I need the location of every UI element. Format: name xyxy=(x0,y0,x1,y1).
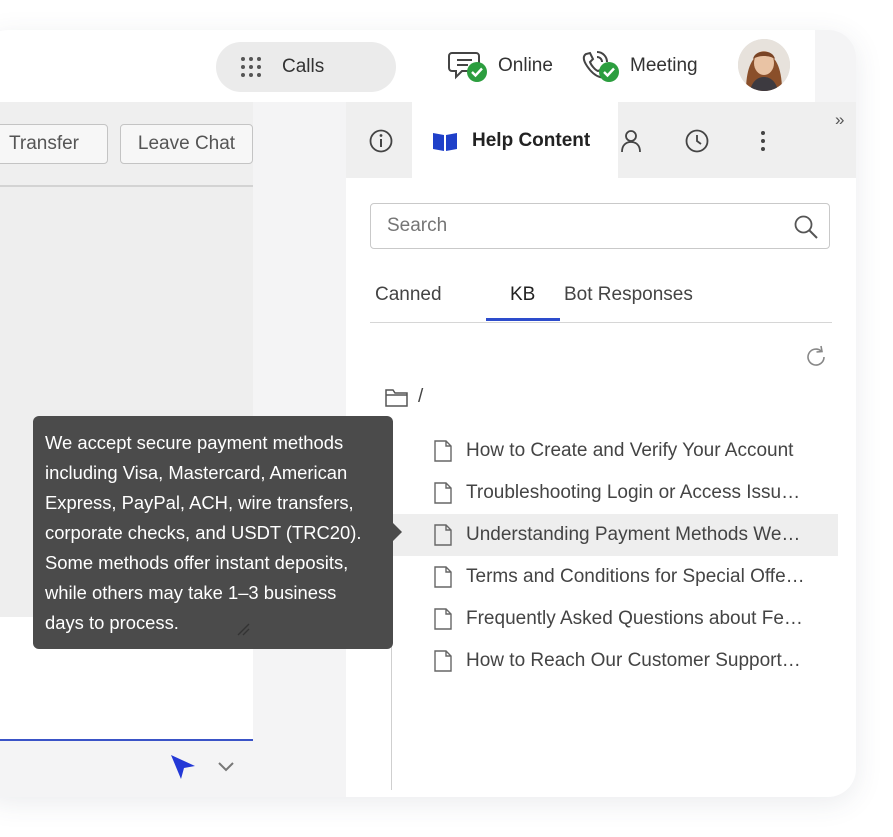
kb-item-highlighted[interactable]: Understanding Payment Methods We… xyxy=(392,514,838,556)
kb-item[interactable]: Frequently Asked Questions about Fea… xyxy=(392,598,838,640)
kb-preview-tooltip: We accept secure payment methods includi… xyxy=(33,416,393,649)
resize-handle-icon xyxy=(237,623,250,636)
tooltip-line: Express, PayPal, ACH, wire transfers, xyxy=(45,492,354,513)
calls-label: Calls xyxy=(282,56,325,77)
collapse-icon[interactable]: » xyxy=(835,110,844,130)
more-icon[interactable] xyxy=(750,128,776,154)
meeting-status[interactable]: Meeting xyxy=(580,48,698,84)
search-icon[interactable] xyxy=(793,214,819,240)
document-icon xyxy=(434,650,452,672)
tooltip-line: days to process. xyxy=(45,612,179,633)
clock-icon[interactable] xyxy=(684,128,710,154)
send-icon[interactable] xyxy=(168,752,198,782)
document-icon xyxy=(434,482,452,504)
subtab-bot-responses[interactable]: Bot Responses xyxy=(564,284,693,306)
folder-root[interactable]: / xyxy=(384,386,423,408)
search-input[interactable] xyxy=(370,203,830,249)
person-icon[interactable] xyxy=(618,128,644,154)
folder-path: / xyxy=(418,386,424,407)
kb-item-title: How to Reach Our Customer Support… xyxy=(466,650,801,671)
dialpad-icon xyxy=(241,57,261,77)
refresh-icon[interactable] xyxy=(803,344,829,370)
online-label: Online xyxy=(498,55,553,76)
kb-item[interactable]: Terms and Conditions for Special Offe… xyxy=(392,556,838,598)
kb-item-title: Frequently Asked Questions about Fea… xyxy=(466,608,812,629)
subtab-kb[interactable]: KB xyxy=(510,284,535,306)
kb-item[interactable]: How to Create and Verify Your Account xyxy=(392,430,838,472)
panel-tab-bar: Help Content » xyxy=(346,102,856,178)
kb-item[interactable]: How to Reach Our Customer Support… xyxy=(392,640,838,682)
kb-item-title: How to Create and Verify Your Account xyxy=(466,440,794,461)
info-icon[interactable] xyxy=(368,128,394,154)
tab-help-content[interactable]: Help Content xyxy=(412,102,618,178)
document-icon xyxy=(434,608,452,630)
tooltip-arrow xyxy=(392,522,402,542)
active-subtab-indicator xyxy=(486,318,560,321)
tab-help-content-label: Help Content xyxy=(472,130,591,151)
subtab-canned[interactable]: Canned xyxy=(375,284,442,306)
meeting-status-icon xyxy=(582,51,619,82)
meeting-label: Meeting xyxy=(630,55,698,76)
transfer-button[interactable]: Transfer xyxy=(0,124,108,164)
help-panel: Help Content » Canned KB Bot Responses xyxy=(346,102,856,797)
book-icon xyxy=(433,133,457,151)
online-status[interactable]: Online xyxy=(448,48,553,84)
document-icon xyxy=(434,440,452,462)
top-bar: Calls Online Meeting xyxy=(0,30,815,102)
document-icon xyxy=(434,566,452,588)
chevron-down-icon[interactable] xyxy=(216,757,236,777)
app-window: Calls Online Meeting Transfer Leave Chat… xyxy=(0,30,856,797)
kb-item-title: Troubleshooting Login or Access Issu… xyxy=(466,482,801,503)
calls-button[interactable]: Calls xyxy=(216,42,396,92)
leave-chat-button[interactable]: Leave Chat xyxy=(120,124,253,164)
tooltip-line: while others may take 1–3 business xyxy=(45,582,337,603)
document-icon xyxy=(434,524,452,546)
avatar-image xyxy=(738,39,790,91)
kb-item-title: Terms and Conditions for Special Offe… xyxy=(466,566,805,587)
tooltip-line: including Visa, Mastercard, American xyxy=(45,462,348,483)
subtab-bar: Canned KB Bot Responses xyxy=(370,250,832,323)
avatar[interactable] xyxy=(738,39,790,91)
tooltip-line: Some methods offer instant deposits, xyxy=(45,552,349,573)
tooltip-line: We accept secure payment methods xyxy=(45,432,344,453)
tooltip-line: corporate checks, and USDT (TRC20). xyxy=(45,522,362,543)
chat-header: Transfer Leave Chat xyxy=(0,102,253,186)
folder-icon xyxy=(385,389,408,407)
online-status-icon xyxy=(448,52,487,82)
kb-item[interactable]: Troubleshooting Login or Access Issu… xyxy=(392,472,838,514)
kb-item-title: Understanding Payment Methods We… xyxy=(466,524,801,545)
